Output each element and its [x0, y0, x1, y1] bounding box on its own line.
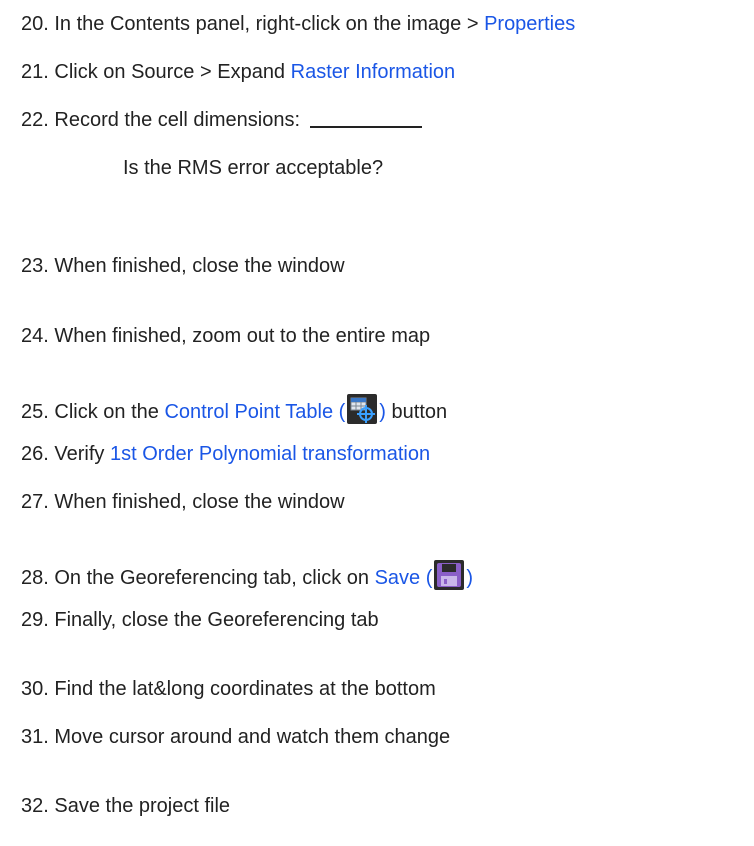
step-text: Save the project file [54, 795, 231, 817]
step-number: 23. [21, 255, 49, 277]
step-text: On the Georeferencing tab, click on [54, 567, 375, 589]
step-23: 23. When finished, close the window [21, 254, 345, 278]
step-28: 28. On the Georeferencing tab, click on … [21, 560, 473, 590]
step-number: 31. [21, 726, 49, 748]
step-26: 26. Verify 1st Order Polynomial transfor… [21, 442, 430, 466]
step-number: 28. [21, 567, 49, 589]
step-number: 27. [21, 491, 49, 513]
step-29: 29. Finally, close the Georeferencing ta… [21, 608, 379, 632]
step-number: 22. [21, 109, 49, 131]
step-22: 22. Record the cell dimensions: [21, 108, 422, 132]
step-text: Record the cell dimensions: [54, 109, 301, 131]
rms-question: Is the RMS error acceptable? [123, 156, 383, 180]
step-text: When finished, close the window [54, 491, 345, 513]
step-30: 30. Find the lat&long coordinates at the… [21, 677, 436, 701]
step-text: Finally, close the Georeferencing tab [54, 609, 379, 631]
save-link[interactable]: Save ( [375, 567, 433, 589]
step-24: 24. When finished, zoom out to the entir… [21, 324, 430, 348]
step-text: Verify [54, 443, 110, 465]
save-link-close[interactable]: ) [466, 567, 473, 589]
step-text: Click on Source > Expand [54, 61, 291, 83]
step-31: 31. Move cursor around and watch them ch… [21, 725, 450, 749]
step-number: 26. [21, 443, 49, 465]
polynomial-transformation-link[interactable]: 1st Order Polynomial transformation [110, 443, 430, 465]
step-text: When finished, close the window [54, 255, 345, 277]
step-text: Move cursor around and watch them change [54, 726, 451, 748]
properties-link[interactable]: Properties [484, 13, 575, 35]
answer-blank[interactable] [309, 108, 422, 128]
step-number: 32. [21, 795, 49, 817]
step-number: 21. [21, 61, 49, 83]
raster-information-link[interactable]: Raster Information [291, 61, 456, 83]
step-20: 20. In the Contents panel, right-click o… [21, 12, 575, 36]
step-25: 25. Click on the Control Point Table ( )… [21, 394, 447, 424]
step-number: 29. [21, 609, 49, 631]
step-text: Click on the [54, 401, 165, 423]
save-icon[interactable] [434, 560, 465, 590]
step-number: 25. [21, 401, 49, 423]
step-number: 30. [21, 678, 49, 700]
step-text-post: button [385, 401, 448, 423]
question-text: Is the RMS error acceptable? [123, 157, 384, 179]
step-21: 21. Click on Source > Expand Raster Info… [21, 60, 455, 84]
step-number: 24. [21, 325, 49, 347]
step-27: 27. When finished, close the window [21, 490, 345, 514]
step-text: Find the lat&long coordinates at the bot… [54, 678, 436, 700]
control-point-table-link[interactable]: Control Point Table ( [164, 401, 345, 423]
step-number: 20. [21, 13, 49, 35]
control-point-table-icon[interactable] [347, 394, 378, 424]
step-text: When finished, zoom out to the entire ma… [54, 325, 431, 347]
step-text: In the Contents panel, right-click on th… [54, 13, 485, 35]
step-32: 32. Save the project file [21, 794, 230, 818]
control-point-table-link-close[interactable]: ) [379, 401, 386, 423]
